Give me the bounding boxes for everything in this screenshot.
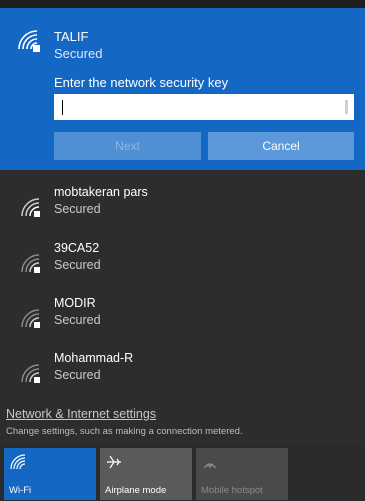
selected-network-name: TALIF [54, 29, 89, 44]
network-name: MODIR [54, 296, 96, 310]
network-item[interactable]: Mohammad-R Secured [0, 343, 365, 401]
network-name: mobtakeran pars [54, 185, 148, 199]
network-name: Mohammad-R [54, 351, 134, 365]
network-item[interactable]: 39CA52 Secured [0, 233, 365, 291]
wifi-toggle-tile[interactable]: Wi-Fi [4, 448, 96, 500]
network-status: Secured [54, 202, 101, 216]
hotspot-tile-label: Mobile hotspot [201, 485, 263, 496]
airplane-mode-tile[interactable]: Airplane mode [100, 448, 192, 500]
wifi-tile-label: Wi-Fi [9, 485, 32, 496]
network-item[interactable]: mobtakeran pars Secured [0, 177, 365, 235]
top-strip [0, 0, 365, 8]
security-key-label: Enter the network security key [54, 75, 229, 90]
network-status: Secured [54, 368, 101, 382]
wifi-secured-icon [21, 198, 40, 217]
cancel-button[interactable]: Cancel [208, 132, 354, 160]
next-button[interactable]: Next [54, 132, 201, 160]
network-settings-link[interactable]: Network & Internet settings [6, 407, 156, 421]
text-caret [62, 100, 63, 115]
network-status: Secured [54, 258, 101, 272]
mobile-hotspot-tile[interactable]: Mobile hotspot [196, 448, 288, 500]
airplane-icon [107, 455, 121, 469]
wifi-icon [10, 454, 26, 470]
quick-actions-row: Wi-Fi Airplane mode Mobile hotspot [0, 445, 365, 501]
wifi-secured-icon [21, 254, 40, 273]
network-settings-description: Change settings, such as making a connec… [6, 426, 243, 437]
security-key-input[interactable] [54, 94, 354, 120]
wifi-secured-icon [21, 309, 40, 328]
selected-network-status: Secured [54, 46, 103, 61]
airplane-tile-label: Airplane mode [105, 485, 167, 496]
network-status: Secured [54, 313, 101, 327]
network-item[interactable]: MODIR Secured [0, 288, 365, 346]
network-flyout: TALIF Secured Enter the network security… [0, 0, 365, 501]
network-name: 39CA52 [54, 241, 100, 255]
wifi-secured-icon [21, 364, 40, 383]
wifi-secured-icon [18, 30, 40, 52]
selected-network-panel[interactable]: TALIF Secured Enter the network security… [0, 8, 365, 170]
reveal-password-icon[interactable] [345, 100, 348, 114]
hotspot-icon [203, 463, 217, 469]
